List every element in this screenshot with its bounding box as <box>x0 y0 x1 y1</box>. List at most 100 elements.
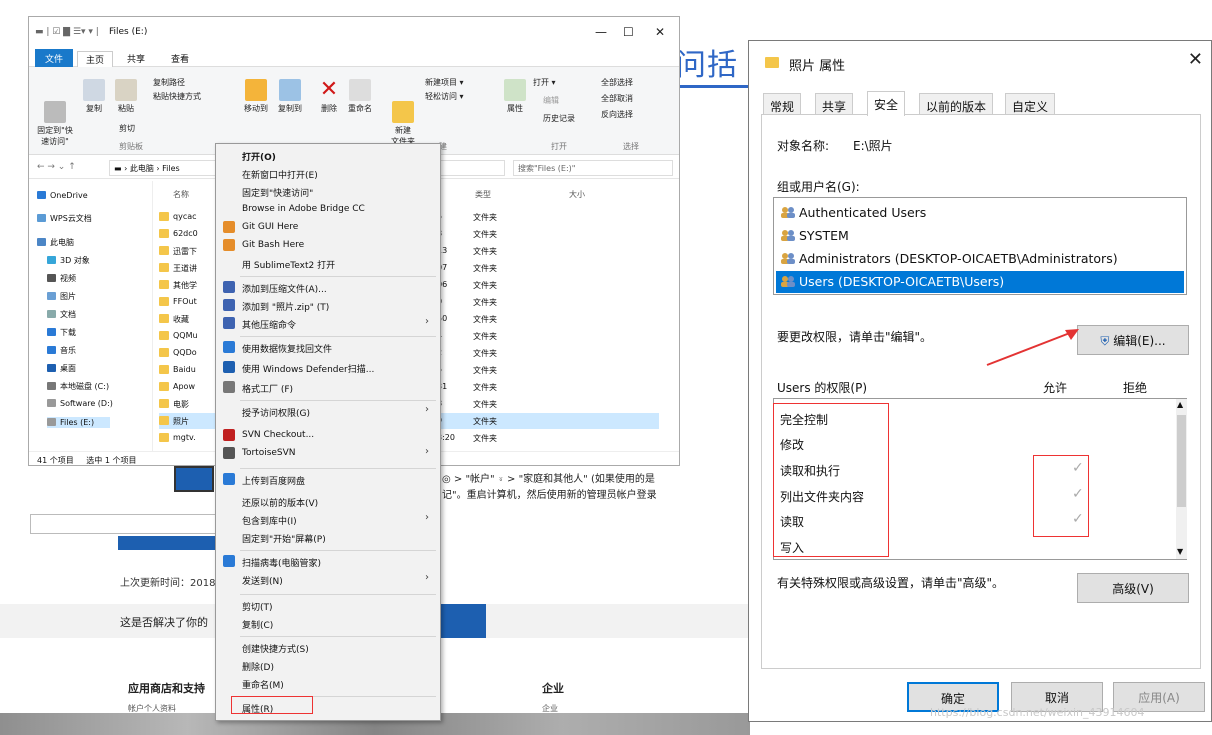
permissions-scrollbar[interactable]: ▲ ▼ <box>1176 399 1187 559</box>
menu-item-2[interactable]: 固定到"快速访问" <box>242 186 313 199</box>
nav-wps[interactable]: WPS云文档 <box>37 213 92 224</box>
users-listbox[interactable]: Authenticated Users SYSTEM Administrator… <box>773 197 1187 295</box>
menu-item-15[interactable]: TortoiseSVN <box>242 448 296 458</box>
pin-quick-access-button[interactable]: 固定到"快 速访问" <box>35 79 75 147</box>
copy-to-button[interactable]: 复制到 <box>275 79 305 114</box>
cloud-icon <box>37 191 46 199</box>
scroll-up-icon[interactable]: ▲ <box>1177 400 1183 409</box>
column-type[interactable]: 类型 <box>475 189 491 200</box>
menu-item-icon <box>223 555 235 567</box>
user-row-administrators[interactable]: Administrators (DESKTOP-OICAETB\Administ… <box>776 248 1184 270</box>
menu-item-0[interactable]: 打开(O) <box>242 150 276 163</box>
nav-this-pc[interactable]: 此电脑 <box>37 237 74 248</box>
tab-view[interactable]: 查看 <box>163 51 197 66</box>
nav-downloads[interactable]: 下载 <box>47 327 76 338</box>
menu-item-24[interactable]: 创建快捷方式(S) <box>242 642 309 655</box>
menu-item-10[interactable]: 使用数据恢复找回文件 <box>242 342 332 355</box>
tab-sharing[interactable]: 共享 <box>815 93 854 115</box>
menu-item-5[interactable]: Git Bash Here <box>242 240 304 250</box>
menu-item-7[interactable]: 添加到压缩文件(A)... <box>242 282 327 295</box>
minimize-button[interactable]: — <box>595 25 607 39</box>
menu-item-4[interactable]: Git GUI Here <box>242 222 298 232</box>
nav-drive-e[interactable]: Files (E:) <box>47 417 111 428</box>
menu-item-1[interactable]: 在新窗口中打开(E) <box>242 168 318 181</box>
rename-icon <box>349 79 371 101</box>
folder-icon <box>159 229 169 238</box>
advanced-button[interactable]: 高级(V) <box>1077 573 1189 603</box>
move-to-button[interactable]: 移动到 <box>241 79 271 114</box>
rename-button[interactable]: 重命名 <box>345 79 375 114</box>
copy-button[interactable]: 复制 <box>81 79 107 114</box>
page-title-fragment: 问括 <box>676 48 738 83</box>
nav-music[interactable]: 音乐 <box>47 345 76 356</box>
new-folder-button[interactable]: 新建 文件夹 <box>387 79 419 147</box>
menu-item-25[interactable]: 删除(D) <box>242 660 274 673</box>
edit-button[interactable]: ⛨ 编辑(E)... <box>1077 325 1189 355</box>
column-size[interactable]: 大小 <box>569 189 585 200</box>
close-button[interactable]: ✕ <box>655 25 665 39</box>
nav-desktop[interactable]: 桌面 <box>47 363 76 374</box>
open-ribbon-button[interactable]: 打开 ▾ <box>533 77 556 88</box>
cube-icon <box>47 256 56 264</box>
nav-pictures[interactable]: 图片 <box>47 291 76 302</box>
nav-documents[interactable]: 文档 <box>47 309 76 320</box>
select-none-button[interactable]: 全部取消 <box>601 93 633 104</box>
nav-video[interactable]: 视频 <box>47 273 76 284</box>
menu-item-9[interactable]: 其他压缩命令 <box>242 318 296 331</box>
menu-item-21[interactable]: 发送到(N) <box>242 574 283 587</box>
nav-arrows-icon[interactable]: ← → ⌄ ↑ <box>37 162 76 172</box>
menu-item-6[interactable]: 用 SublimeText2 打开 <box>242 258 335 271</box>
tab-security[interactable]: 安全 <box>867 91 906 116</box>
menu-item-8[interactable]: 添加到 "照片.zip" (T) <box>242 300 329 313</box>
select-all-button[interactable]: 全部选择 <box>601 77 633 88</box>
search-input[interactable]: 搜索"Files (E:)" <box>513 160 673 176</box>
history-button[interactable]: 历史记录 <box>543 113 575 124</box>
user-row-users[interactable]: Users (DESKTOP-OICAETB\Users) <box>776 271 1184 293</box>
menu-item-26[interactable]: 重命名(M) <box>242 678 284 691</box>
menu-item-3[interactable]: Browse in Adobe Bridge CC <box>242 204 365 214</box>
invert-selection-button[interactable]: 反向选择 <box>601 109 633 120</box>
tab-home[interactable]: 主页 <box>77 51 114 68</box>
menu-item-12[interactable]: 格式工厂 (F) <box>242 382 293 395</box>
scroll-down-icon[interactable]: ▼ <box>1177 547 1183 556</box>
tab-previous-versions[interactable]: 以前的版本 <box>919 93 994 115</box>
folder-icon <box>159 297 169 306</box>
submenu-arrow-icon: › <box>425 404 429 415</box>
menu-item-18[interactable]: 包含到库中(I) <box>242 514 297 527</box>
user-row-system[interactable]: SYSTEM <box>776 225 1184 247</box>
delete-button[interactable]: ✕ 删除 <box>317 79 341 114</box>
paste-shortcut-button[interactable]: 粘贴快捷方式 <box>153 91 201 102</box>
tab-file[interactable]: 文件 <box>35 49 74 68</box>
menu-item-20[interactable]: 扫描病毒(电脑管家) <box>242 556 321 569</box>
submenu-arrow-icon: › <box>425 512 429 523</box>
tab-general[interactable]: 常规 <box>763 93 802 115</box>
copy-path-button[interactable]: 复制路径 <box>153 77 185 88</box>
menu-item-17[interactable]: 还原以前的版本(V) <box>242 496 318 509</box>
nav-drive-c[interactable]: 本地磁盘 (C:) <box>47 381 109 392</box>
scroll-thumb[interactable] <box>1177 415 1186 507</box>
menu-item-23[interactable]: 复制(C) <box>242 618 273 631</box>
menu-item-14[interactable]: SVN Checkout... <box>242 430 314 440</box>
menu-item-22[interactable]: 剪切(T) <box>242 600 273 613</box>
helpful-button[interactable] <box>436 604 486 638</box>
tab-customize[interactable]: 自定义 <box>1005 93 1056 115</box>
paste-button[interactable]: 粘贴 <box>113 79 139 114</box>
menu-item-11[interactable]: 使用 Windows Defender扫描... <box>242 362 374 375</box>
quick-access-toolbar[interactable]: ▬ | ☑ ▇ ☰▾ ▾ | <box>35 27 99 37</box>
edit-ribbon-button[interactable]: 编辑 <box>543 95 559 106</box>
column-name[interactable]: 名称 <box>173 189 189 200</box>
dialog-close-button[interactable]: ✕ <box>1188 49 1203 70</box>
user-row-authenticated[interactable]: Authenticated Users <box>776 202 1184 224</box>
new-item-button[interactable]: 新建项目 ▾ <box>425 77 464 88</box>
menu-item-16[interactable]: 上传到百度网盘 <box>242 474 305 487</box>
menu-item-13[interactable]: 授予访问权限(G) <box>242 406 310 419</box>
menu-item-19[interactable]: 固定到"开始"屏幕(P) <box>242 532 326 545</box>
easy-access-button[interactable]: 轻松访问 ▾ <box>425 91 464 102</box>
tab-share[interactable]: 共享 <box>119 51 153 66</box>
properties-ribbon-button[interactable]: 属性 <box>501 79 529 114</box>
nav-onedrive[interactable]: OneDrive <box>37 191 88 200</box>
cut-button[interactable]: 剪切 <box>119 123 135 134</box>
nav-drive-d[interactable]: Software (D:) <box>47 399 113 408</box>
nav-3d[interactable]: 3D 对象 <box>47 255 90 266</box>
maximize-button[interactable]: ☐ <box>623 25 634 39</box>
